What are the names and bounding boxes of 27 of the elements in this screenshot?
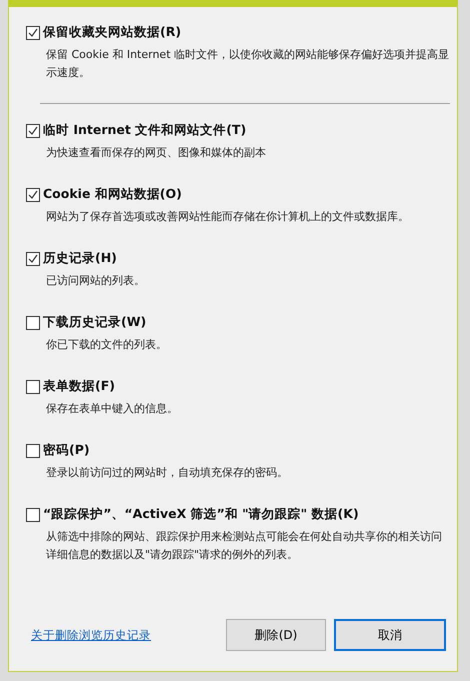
checkbox[interactable]	[26, 508, 40, 522]
option-description: 保存在表单中键入的信息。	[46, 401, 179, 417]
option-description: 你已下载的文件的列表。	[46, 337, 168, 353]
option-description: 网站为了保存首选项或改善网站性能而存储在你计算机上的文件或数据库。	[46, 209, 410, 225]
checkbox[interactable]	[26, 380, 40, 394]
checkbox[interactable]	[26, 316, 40, 330]
option-label: 保留收藏夹网站数据(R)	[43, 24, 182, 41]
cancel-button[interactable]: 取消	[334, 619, 446, 651]
option-label: 临时 Internet 文件和网站文件(T)	[43, 122, 246, 139]
option-description: 登录以前访问过的网站时，自动填充保存的密码。	[46, 465, 289, 481]
checkbox[interactable]	[26, 444, 40, 458]
delete-button[interactable]: 删除(D)	[226, 619, 326, 651]
help-link[interactable]: 关于删除浏览历史记录	[31, 628, 151, 642]
checkbox[interactable]	[26, 252, 40, 266]
checkbox[interactable]	[26, 124, 40, 138]
option-description: 保留 Cookie 和 Internet 临时文件，以使你收藏的网站能够保存偏好选项并提高显示速度。	[46, 47, 450, 81]
checkbox[interactable]	[26, 26, 40, 40]
checkbox[interactable]	[26, 188, 40, 202]
option-description: 已访问网站的列表。	[46, 273, 146, 289]
option-label: 下载历史记录(W)	[43, 314, 146, 331]
option-label: 历史记录(H)	[43, 250, 117, 267]
option-description: 从筛选中排除的网站、跟踪保护用来检测站点可能会在何处自动共享你的相关访问详细信息的数据以及"请勿跟踪"请求的例外的列表。	[46, 529, 443, 563]
option-label: Cookie 和网站数据(O)	[43, 186, 182, 203]
option-label: 密码(P)	[43, 442, 90, 459]
option-label: “跟踪保护”、“ActiveX 筛选”和 "请勿跟踪" 数据(K)	[43, 506, 359, 523]
option-label: 表单数据(F)	[43, 378, 115, 395]
option-description: 为快速查看而保存的网页、图像和媒体的副本	[46, 145, 267, 161]
